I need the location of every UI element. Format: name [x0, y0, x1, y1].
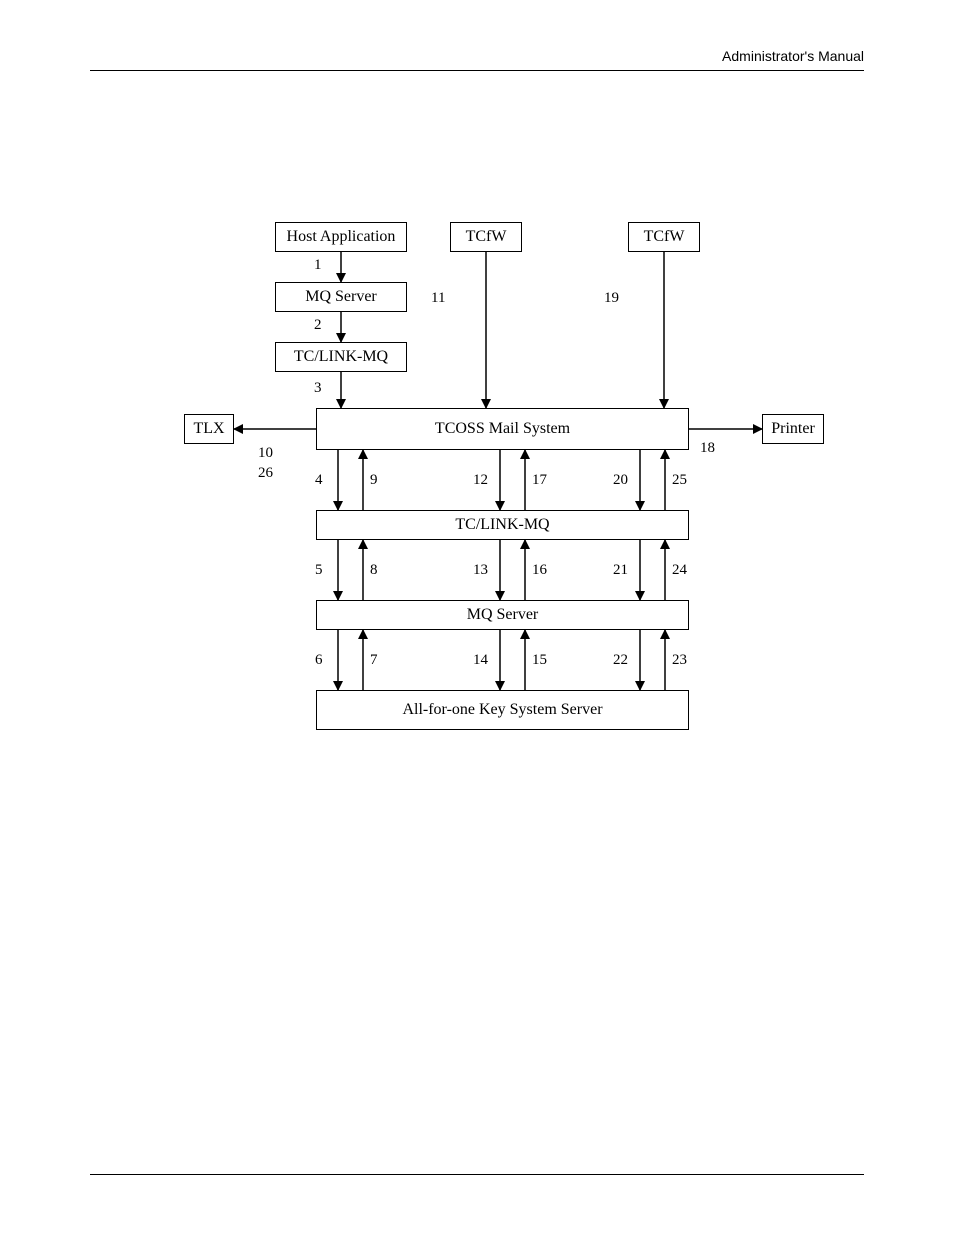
label-12: 12 [473, 472, 488, 489]
label-6: 6 [315, 652, 323, 669]
label-2: 2 [314, 317, 322, 334]
label-20: 20 [613, 472, 628, 489]
label-14: 14 [473, 652, 488, 669]
label-18: 18 [700, 440, 715, 457]
label-8: 8 [370, 562, 378, 579]
label-10: 10 [258, 445, 273, 462]
label-25: 25 [672, 472, 687, 489]
label-23: 23 [672, 652, 687, 669]
label-9: 9 [370, 472, 378, 489]
diagram-container: Host Application TCfW TCfW MQ Server TC/… [0, 0, 954, 1235]
label-22: 22 [613, 652, 628, 669]
label-21: 21 [613, 562, 628, 579]
label-1: 1 [314, 257, 322, 274]
label-7: 7 [370, 652, 378, 669]
label-13: 13 [473, 562, 488, 579]
label-19: 19 [604, 290, 619, 307]
label-16: 16 [532, 562, 547, 579]
label-4: 4 [315, 472, 323, 489]
label-17: 17 [532, 472, 547, 489]
label-26: 26 [258, 465, 273, 482]
label-11: 11 [431, 290, 445, 307]
page: Administrator's Manual Host Application … [0, 0, 954, 1235]
arrows-svg [0, 0, 954, 1235]
label-5: 5 [315, 562, 323, 579]
label-24: 24 [672, 562, 687, 579]
footer-rule [90, 1174, 864, 1175]
label-15: 15 [532, 652, 547, 669]
label-3: 3 [314, 380, 322, 397]
